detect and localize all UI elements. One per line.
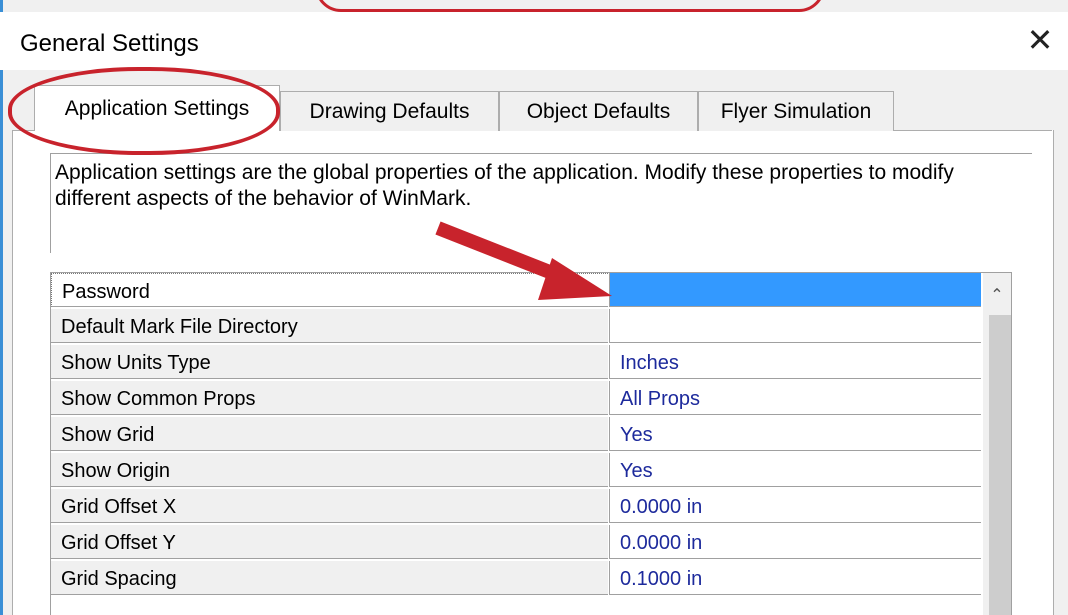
annotation-oval-tab xyxy=(8,67,280,155)
scroll-up-button[interactable]: ⌃ xyxy=(983,273,1011,313)
description-text: Application settings are the global prop… xyxy=(55,161,954,210)
property-row[interactable]: Show Common Props All Props xyxy=(51,381,1011,415)
property-name: Grid Offset Y xyxy=(51,525,608,559)
window-edge xyxy=(0,0,3,615)
tab-object-defaults[interactable]: Object Defaults xyxy=(499,91,698,131)
scroll-thumb[interactable] xyxy=(989,315,1011,615)
property-value[interactable]: 0.1000 in xyxy=(609,561,981,595)
tab-flyer-simulation[interactable]: Flyer Simulation xyxy=(698,91,894,131)
password-field[interactable] xyxy=(609,273,981,307)
property-value[interactable]: Yes xyxy=(609,453,981,487)
property-name: Show Origin xyxy=(51,453,608,487)
property-value[interactable]: 0.0000 in xyxy=(609,489,981,523)
tab-drawing-defaults[interactable]: Drawing Defaults xyxy=(280,91,499,131)
property-grid: Password Default Mark File Directory Sho… xyxy=(50,272,1012,615)
property-value[interactable]: Inches xyxy=(609,345,981,379)
property-name: Grid Spacing xyxy=(51,561,608,595)
annotation-arrow-icon xyxy=(435,221,612,300)
vertical-scrollbar[interactable]: ⌃ xyxy=(983,273,1011,615)
property-name: Grid Offset X xyxy=(51,489,608,523)
close-icon: ✕ xyxy=(1026,21,1054,59)
chevron-up-icon: ⌃ xyxy=(990,285,1004,304)
property-row[interactable]: Grid Spacing 0.1000 in xyxy=(51,561,1011,595)
property-row[interactable]: Grid Offset X 0.0000 in xyxy=(51,489,1011,523)
property-value[interactable] xyxy=(609,309,981,343)
window-title: General Settings xyxy=(20,30,199,57)
property-row[interactable]: Show Units Type Inches xyxy=(51,345,1011,379)
title-bar: General Settings ✕ xyxy=(0,12,1068,70)
property-row[interactable]: Show Grid Yes xyxy=(51,417,1011,451)
property-row[interactable]: Show Origin Yes xyxy=(51,453,1011,487)
annotation-oval-top xyxy=(315,0,825,12)
property-name: Show Common Props xyxy=(51,381,608,415)
property-value[interactable]: Yes xyxy=(609,417,981,451)
property-value[interactable]: 0.0000 in xyxy=(609,525,981,559)
close-button[interactable]: ✕ xyxy=(1018,18,1062,62)
property-name: Show Grid xyxy=(51,417,608,451)
property-row[interactable]: Grid Offset Y 0.0000 in xyxy=(51,525,1011,559)
general-settings-dialog: General Settings ✕ Application Settings … xyxy=(0,0,1068,615)
property-value[interactable]: All Props xyxy=(609,381,981,415)
property-name: Show Units Type xyxy=(51,345,608,379)
